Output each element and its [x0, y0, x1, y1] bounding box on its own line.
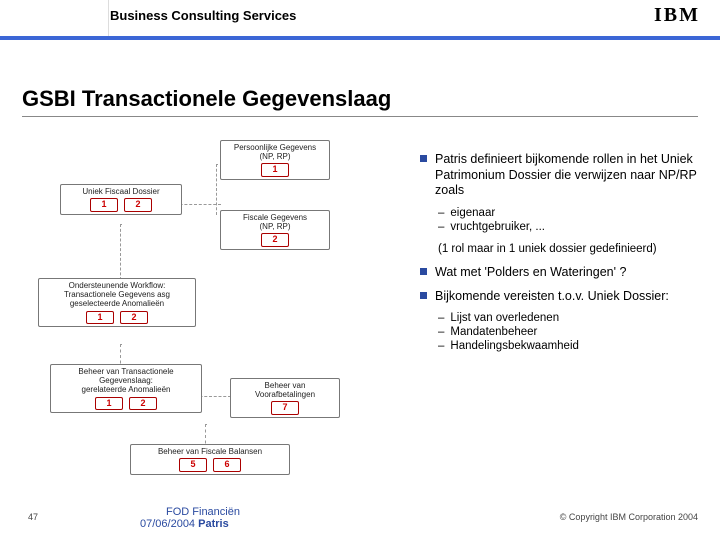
bullet-marker-icon — [420, 292, 427, 299]
uml-box-persoonlijke: Persoonlijke Gegevens (NP, RP) 1 — [220, 140, 330, 180]
sub-item-text: Handelingsbekwaamheid — [450, 340, 579, 352]
content-area: Patris definieert bijkomende rollen in h… — [420, 152, 700, 362]
diagram-area: Persoonlijke Gegevens (NP, RP)1Uniek Fis… — [30, 128, 400, 478]
business-unit-label: Business Consulting Services — [110, 8, 296, 23]
bullet-text: Bijkomende vereisten t.o.v. Uniek Dossie… — [435, 289, 669, 305]
topbar: Business Consulting Services IBM — [0, 0, 720, 36]
uml-box-label: Beheer van Fiscale Balansen — [135, 447, 285, 456]
connector — [216, 164, 218, 215]
footer-date-project: 07/06/2004 Patris — [140, 518, 240, 530]
tag: 6 — [213, 458, 241, 472]
tag: 2 — [120, 311, 148, 325]
uml-box-label: Persoonlijke Gegevens (NP, RP) — [225, 143, 325, 161]
tag-row: 56 — [135, 458, 285, 472]
bullet-marker-icon — [420, 268, 427, 275]
tag: 2 — [261, 233, 289, 247]
bullet-tail: (1 rol maar in 1 uniek dossier gedefinie… — [438, 243, 700, 255]
connector — [120, 224, 122, 285]
sub-item-text: Lijst van overledenen — [450, 312, 559, 324]
uml-box-voorafbet: Beheer van Voorafbetalingen 7 — [230, 378, 340, 418]
uml-box-fiscale-geg: Fiscale Gegevens (NP, RP) 2 — [220, 210, 330, 250]
uml-box-label: Beheer van Voorafbetalingen — [235, 381, 335, 399]
tag: 1 — [86, 311, 114, 325]
tag: 1 — [95, 397, 123, 411]
sub-item: Mandatenbeheer — [438, 326, 700, 338]
tag-row: 12 — [65, 198, 177, 212]
topbar-sidebar-spacer — [0, 0, 109, 36]
tag: 7 — [271, 401, 299, 415]
bullet-text: Patris definieert bijkomende rollen in h… — [435, 152, 700, 199]
tag: 1 — [90, 198, 118, 212]
uml-box-label: Beheer van Transactionele Gegevenslaag: … — [55, 367, 197, 395]
uml-box-uniek-fiscaal: Uniek Fiscaal Dossier 12 — [60, 184, 182, 215]
uml-box-transactie: Beheer van Transactionele Gegevenslaag: … — [50, 364, 202, 413]
sub-item-text: Mandatenbeheer — [450, 326, 537, 338]
uml-box-label: Uniek Fiscaal Dossier — [65, 187, 177, 196]
tag: 5 — [179, 458, 207, 472]
copyright: © Copyright IBM Corporation 2004 — [560, 512, 698, 522]
sub-item: Handelingsbekwaamheid — [438, 340, 700, 352]
footer-org: FOD Financiën — [166, 506, 240, 518]
bullet-item: Wat met 'Polders en Wateringen' ? — [420, 265, 700, 281]
sub-item: vruchtgebruiker, ... — [438, 221, 700, 233]
title-underline — [22, 116, 698, 117]
tag-row: 1 — [225, 163, 325, 177]
bullet-text: Wat met 'Polders en Wateringen' ? — [435, 265, 626, 281]
uml-box-label: Ondersteunende Workflow: Transactionele … — [43, 281, 191, 309]
uml-box-label: Fiscale Gegevens (NP, RP) — [225, 213, 325, 231]
ibm-logo: IBM — [654, 4, 700, 27]
bullet-marker-icon — [420, 155, 427, 162]
slide-title: GSBI Transactionele Gegevenslaag — [22, 86, 391, 112]
uml-box-balansen: Beheer van Fiscale Balansen 56 — [130, 444, 290, 475]
page-number: 47 — [28, 512, 38, 522]
slide: Business Consulting Services IBM GSBI Tr… — [0, 0, 720, 540]
tag-row: 12 — [55, 397, 197, 411]
sub-item-text: eigenaar — [450, 207, 495, 219]
sub-item-text: vruchtgebruiker, ... — [450, 221, 545, 233]
tag-row: 7 — [235, 401, 335, 415]
bullet-item: Patris definieert bijkomende rollen in h… — [420, 152, 700, 199]
sub-list: eigenaar vruchtgebruiker, ... — [438, 207, 700, 233]
sub-list: Lijst van overledenen Mandatenbeheer Hande… — [438, 312, 700, 352]
footer-center: FOD Financiën 07/06/2004 Patris — [140, 506, 240, 530]
uml-box-workflow: Ondersteunende Workflow: Transactionele … — [38, 278, 196, 327]
sub-item: Lijst van overledenen — [438, 312, 700, 324]
tag-row: 2 — [225, 233, 325, 247]
sub-item: eigenaar — [438, 207, 700, 219]
tag: 2 — [124, 198, 152, 212]
tag-row: 12 — [43, 311, 191, 325]
bullet-item: Bijkomende vereisten t.o.v. Uniek Dossie… — [420, 289, 700, 305]
tag: 2 — [129, 397, 157, 411]
tag: 1 — [261, 163, 289, 177]
header-divider — [0, 36, 720, 40]
